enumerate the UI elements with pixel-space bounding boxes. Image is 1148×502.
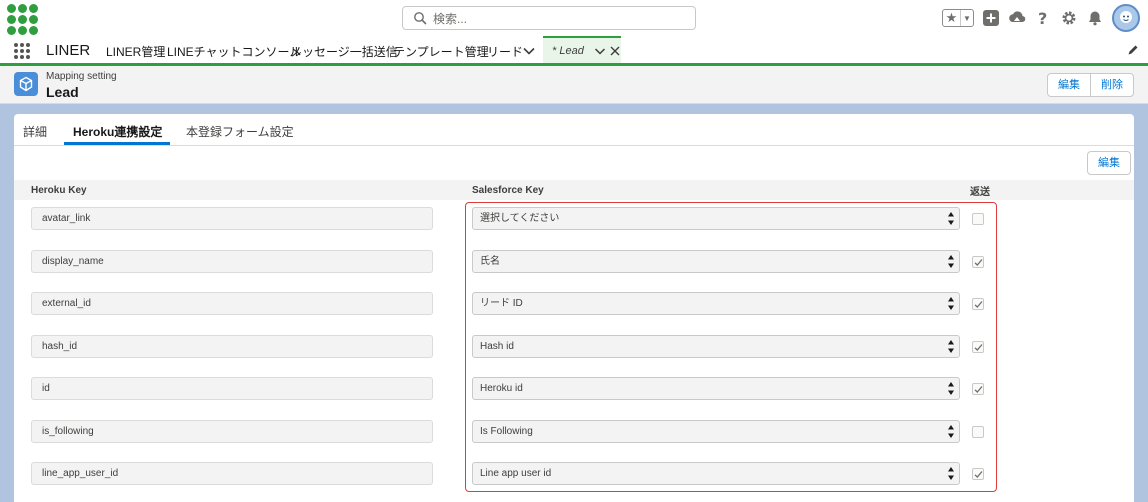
- record-tabs: 詳細 Heroku連携設定 本登録フォーム設定: [14, 114, 1134, 146]
- mapping-card: 詳細 Heroku連携設定 本登録フォーム設定 編集 Heroku Key Sa…: [14, 114, 1134, 502]
- global-header: 検索... ★ ▼ ?: [0, 0, 1148, 36]
- salesforce-key-value: 選択してください: [480, 213, 560, 224]
- chevron-down-icon[interactable]: [594, 45, 606, 57]
- heroku-key-field: external_id: [31, 292, 433, 315]
- add-icon[interactable]: [982, 9, 1000, 27]
- salesforce-key-select[interactable]: Is Following: [472, 419, 960, 443]
- salesforce-key-select[interactable]: Hash id: [472, 334, 960, 358]
- column-return: 返送: [970, 187, 990, 198]
- close-icon[interactable]: [610, 46, 620, 56]
- heroku-key-value: line_app_user_id: [42, 468, 119, 479]
- tab-registration-form-settings[interactable]: 本登録フォーム設定: [186, 123, 294, 140]
- app-name: LINER: [46, 42, 91, 59]
- return-checkbox[interactable]: [972, 340, 984, 353]
- return-checkbox[interactable]: [972, 255, 984, 268]
- tab-heroku-settings[interactable]: Heroku連携設定: [73, 123, 162, 140]
- heroku-key-value: hash_id: [42, 340, 78, 352]
- salesforce-key-select[interactable]: 選択してください: [472, 207, 960, 230]
- nav-item-liner-admin[interactable]: LINER管理: [106, 43, 165, 60]
- record-cube-icon: [14, 72, 38, 96]
- tab-details[interactable]: 詳細: [23, 123, 47, 140]
- heroku-key-field: hash_id: [31, 334, 433, 358]
- column-heroku-key: Heroku Key: [31, 185, 87, 196]
- checkmark-icon: [974, 258, 983, 266]
- nav-item-line-chat-console[interactable]: LINEチャットコンソール: [167, 43, 302, 60]
- app-launcher-icon[interactable]: [14, 43, 30, 59]
- column-salesforce-key: Salesforce Key: [472, 185, 544, 196]
- checkmark-icon: [974, 386, 983, 393]
- header-actions: ★ ▼ ?: [942, 4, 1140, 32]
- delete-button[interactable]: 削除: [1090, 74, 1133, 96]
- active-tab-label: * Lead: [552, 44, 584, 57]
- checkmark-icon: [974, 343, 983, 351]
- heroku-key-value: external_id: [42, 298, 91, 309]
- select-arrows-icon: [948, 339, 954, 353]
- heroku-key-value: avatar_link: [42, 213, 91, 224]
- mapping-column-header: Heroku Key Salesforce Key 返送: [14, 180, 1134, 200]
- global-search-input[interactable]: 検索...: [402, 6, 696, 30]
- salesforce-key-select[interactable]: リード ID: [472, 292, 960, 315]
- setup-gear-icon[interactable]: [1060, 9, 1078, 27]
- user-avatar[interactable]: [1112, 4, 1140, 32]
- heroku-key-value: id: [42, 383, 50, 394]
- tab-lead-active[interactable]: * Lead: [543, 36, 621, 63]
- return-checkbox[interactable]: [972, 468, 984, 480]
- return-checkbox[interactable]: [972, 298, 984, 310]
- salesforce-key-select[interactable]: 氏名: [472, 249, 960, 273]
- return-checkbox[interactable]: [972, 425, 984, 438]
- chevron-down-icon[interactable]: [522, 44, 536, 58]
- app-navigation-bar: LINER LINER管理 LINEチャットコンソール メッセージ一括送信 テン…: [0, 36, 1148, 66]
- nav-item-template-admin[interactable]: テンプレート管理: [393, 43, 489, 60]
- heroku-key-value: display_name: [42, 255, 104, 267]
- heroku-key-field: avatar_link: [31, 207, 433, 230]
- record-header: Mapping setting Lead 編集 削除: [0, 66, 1148, 104]
- salesforce-key-value: Hash id: [480, 340, 514, 352]
- heroku-key-field: line_app_user_id: [31, 462, 433, 485]
- edit-button[interactable]: 編集: [1048, 74, 1090, 96]
- svg-text:?: ?: [1038, 10, 1047, 26]
- return-checkbox[interactable]: [972, 213, 984, 225]
- select-arrows-icon: [948, 254, 954, 268]
- trailhead-icon[interactable]: [1008, 9, 1026, 27]
- favorites-button[interactable]: ★ ▼: [942, 9, 974, 27]
- select-arrows-icon: [948, 467, 954, 480]
- return-checkbox[interactable]: [972, 383, 984, 395]
- salesforce-key-select[interactable]: Heroku id: [472, 377, 960, 400]
- chevron-down-icon: ▼: [963, 13, 971, 23]
- mapping-edit-button[interactable]: 編集: [1087, 151, 1131, 175]
- nav-item-lead[interactable]: リード: [487, 43, 523, 60]
- salesforce-key-value: Line app user id: [480, 468, 552, 479]
- salesforce-key-select[interactable]: Line app user id: [472, 462, 960, 485]
- salesforce-key-value: 氏名: [480, 255, 500, 267]
- select-arrows-icon: [948, 424, 954, 438]
- salesforce-key-value: Heroku id: [480, 383, 523, 394]
- checkmark-icon: [974, 471, 983, 478]
- heroku-key-field: display_name: [31, 249, 433, 273]
- salesforce-key-value: Is Following: [480, 425, 533, 437]
- help-icon[interactable]: ?: [1034, 9, 1052, 27]
- record-subtitle: Mapping setting: [46, 71, 117, 82]
- edit-nav-pencil-icon[interactable]: [1127, 44, 1139, 56]
- heroku-key-field: id: [31, 377, 433, 400]
- record-title: Lead: [46, 84, 79, 100]
- nav-item-bulk-message[interactable]: メッセージ一括送信: [290, 43, 398, 60]
- notification-bell-icon[interactable]: [1086, 9, 1104, 27]
- record-action-buttons: 編集 削除: [1047, 73, 1134, 97]
- heroku-key-value: is_following: [42, 425, 94, 437]
- search-placeholder: 検索...: [433, 11, 468, 26]
- select-arrows-icon: [948, 212, 954, 225]
- heroku-key-field: is_following: [31, 419, 433, 443]
- select-arrows-icon: [948, 297, 954, 310]
- org-logo[interactable]: [7, 4, 38, 35]
- star-icon: ★: [943, 10, 961, 26]
- salesforce-key-value: リード ID: [480, 298, 523, 309]
- active-tab-indicator: [64, 142, 170, 145]
- select-arrows-icon: [948, 382, 954, 395]
- checkmark-icon: [974, 301, 983, 308]
- search-icon: [414, 12, 427, 25]
